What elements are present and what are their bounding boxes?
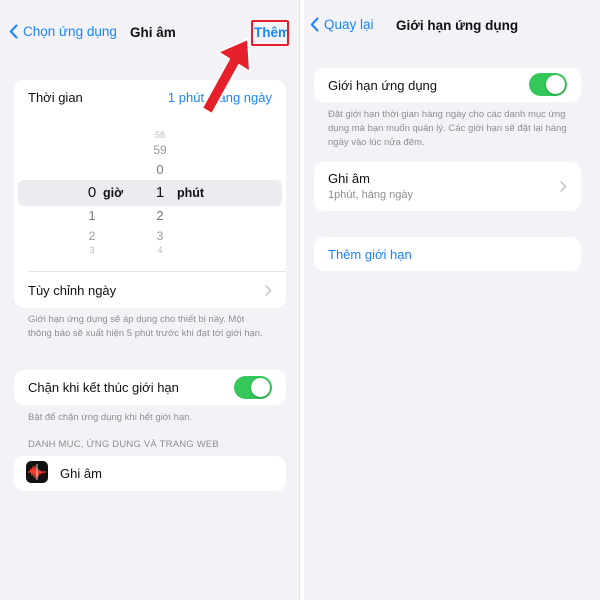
limit-item-row[interactable]: Ghi âm 1phút, hàng ngày (314, 162, 581, 211)
block-at-limit-label: Chặn khi kết thúc giới hạn (28, 380, 179, 395)
red-arrow-annotation (201, 38, 251, 115)
chevron-right-icon (265, 285, 272, 296)
picker-hour-option[interactable]: 2 (82, 229, 102, 243)
back-button-label: Quay lại (324, 17, 374, 32)
add-button-highlight (251, 20, 289, 46)
block-note: Bật để chặn ứng dụng khi hết giới hạn. (28, 412, 193, 423)
voice-memos-icon (26, 461, 48, 483)
picker-minutes-unit: phút (177, 186, 205, 200)
limit-note: Giới hạn ứng dụng sẽ áp dụng cho thiết b… (28, 314, 263, 339)
page-title: Giới hạn ứng dụng (396, 18, 519, 33)
limit-item-subtitle: 1phút, hàng ngày (328, 189, 414, 201)
app-limits-label: Giới hạn ứng dụng (328, 78, 438, 93)
picker-hour-selected[interactable]: 0 (82, 184, 102, 201)
toggle-knob (546, 75, 565, 94)
app-limits-toggle[interactable] (529, 73, 567, 96)
app-limits-row: Giới hạn ứng dụng (314, 68, 581, 102)
add-limit-button[interactable]: Thêm giới hạn (328, 247, 412, 262)
picker-minute-option[interactable]: 0 (150, 162, 170, 177)
app-row[interactable]: Ghi âm (14, 456, 286, 491)
picker-minute-selected[interactable]: 1 (150, 184, 170, 201)
chevron-left-icon (9, 24, 18, 39)
picker-hours-unit: giờ (103, 186, 123, 200)
back-button[interactable]: Quay lại (310, 17, 374, 32)
back-button-label: Chọn ứng dụng (23, 24, 117, 39)
picker-minute-option[interactable]: 59 (150, 143, 170, 157)
picker-minute-option[interactable]: 58 (150, 130, 170, 140)
section-header: DANH MỤC, ỨNG DỤNG VÀ TRANG WEB (28, 439, 219, 450)
add-limit-row[interactable]: Thêm giới hạn (314, 237, 581, 271)
custom-days-row[interactable]: Tùy chỉnh ngày (14, 272, 286, 308)
back-button[interactable]: Chọn ứng dụng (9, 24, 117, 39)
custom-days-label: Tùy chỉnh ngày (28, 283, 117, 298)
chevron-right-icon (560, 181, 567, 192)
app-limits-note: Đặt giới hạn thời gian hàng ngày cho các… (328, 109, 567, 148)
picker-minute-option[interactable]: 4 (150, 245, 170, 255)
block-at-limit-row: Chặn khi kết thúc giới hạn (14, 370, 286, 405)
right-screen: Quay lại Giới hạn ứng dụng Giới hạn ứng … (304, 0, 600, 600)
picker-hour-option[interactable]: 1 (82, 208, 102, 223)
chevron-left-icon (310, 17, 319, 32)
left-screen: Chọn ứng dụng Ghi âm Thêm Thời gian 1 ph… (0, 0, 300, 600)
page-title: Ghi âm (130, 25, 176, 40)
picker-hour-option[interactable]: 3 (82, 245, 102, 255)
limit-item-title: Ghi âm (328, 171, 370, 186)
app-name: Ghi âm (60, 466, 102, 481)
picker-minute-option[interactable]: 3 (150, 229, 170, 243)
navbar: Quay lại Giới hạn ứng dụng (304, 0, 600, 60)
toggle-knob (251, 378, 270, 397)
block-at-limit-toggle[interactable] (234, 376, 272, 399)
picker-minute-option[interactable]: 2 (150, 208, 170, 223)
